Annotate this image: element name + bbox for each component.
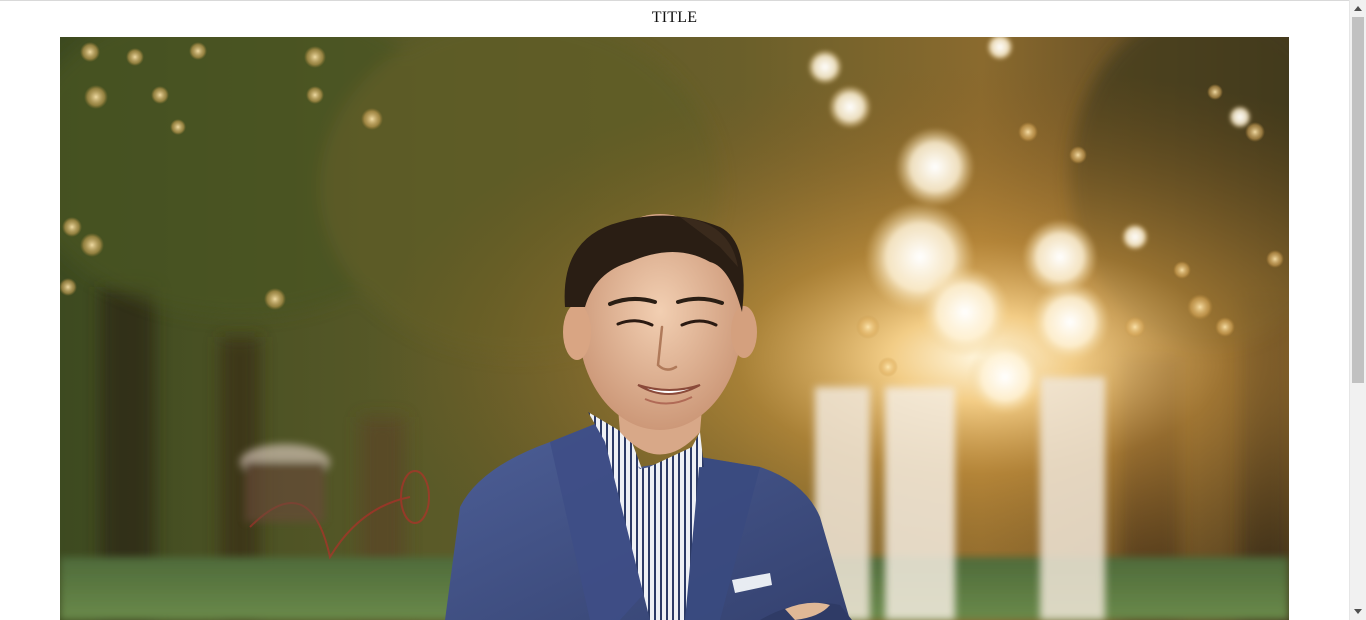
page-title: TITLE [651, 9, 698, 26]
portrait-photo [60, 37, 1289, 620]
chevron-up-icon [1354, 6, 1362, 11]
hero-image [60, 37, 1289, 620]
top-divider [0, 0, 1349, 1]
page: TITLE [0, 0, 1349, 620]
scroll-down-button[interactable] [1350, 603, 1366, 620]
vertical-scrollbar[interactable] [1349, 0, 1366, 620]
scrollbar-thumb[interactable] [1352, 17, 1364, 383]
chevron-down-icon [1354, 609, 1362, 614]
scroll-up-button[interactable] [1350, 0, 1366, 17]
